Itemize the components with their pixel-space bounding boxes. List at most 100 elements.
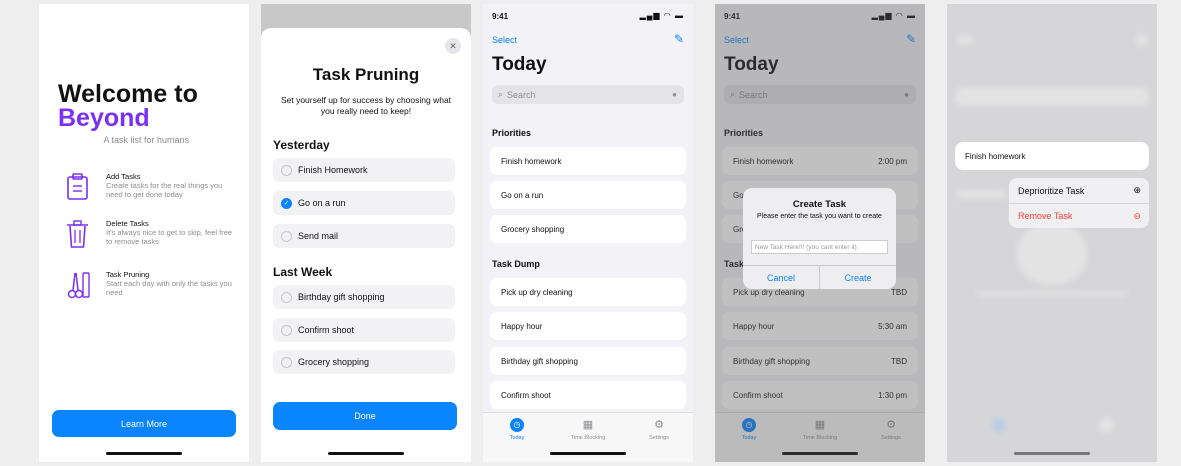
search-placeholder: Search (507, 89, 536, 100)
task-row[interactable]: Birthday gift shopping (490, 347, 686, 375)
page-subtitle: Set yourself up for success by choosing … (280, 95, 452, 116)
home-indicator (1014, 452, 1090, 455)
blurred-background (947, 4, 1157, 462)
select-button[interactable]: Select (492, 35, 517, 45)
context-menu: Deprioritize Task ⊕ Remove Task ⊖ (1009, 178, 1149, 228)
minus-circle-icon: ⊖ (1133, 210, 1141, 221)
section-header-priorities: Priorities (492, 128, 532, 138)
radio-unchecked-icon[interactable] (281, 230, 292, 242)
task-label: Confirm shoot (501, 390, 551, 400)
welcome-subtitle: A task list for humans (103, 135, 189, 145)
home-indicator (550, 452, 626, 455)
task-option[interactable]: Send mail (273, 224, 455, 248)
create-button[interactable]: Create (820, 266, 896, 289)
task-row[interactable]: Pick up dry cleaning (490, 278, 686, 306)
feature-delete-tasks-text: Delete Tasks It's always nice to get to … (106, 219, 239, 249)
feature-title: Add Tasks (106, 172, 141, 181)
home-indicator (106, 452, 182, 455)
task-row[interactable]: Confirm shoot (490, 381, 686, 409)
task-row[interactable]: Go on a run (490, 181, 686, 209)
task-option[interactable]: ✓ Go on a run (273, 191, 455, 215)
remove-task-menu-item[interactable]: Remove Task ⊖ (1009, 203, 1149, 228)
task-pruning-screen: ✕ Task Pruning Set yourself up for succe… (261, 4, 471, 462)
deprioritize-task-menu-item[interactable]: Deprioritize Task ⊕ (1009, 178, 1149, 203)
task-row[interactable]: Finish homework (490, 147, 686, 175)
menu-item-label: Remove Task (1018, 211, 1073, 221)
welcome-title: Welcome to Beyond (58, 82, 198, 132)
feature-add-tasks-text: Add Tasks Create tasks for the real thin… (106, 172, 239, 202)
radio-unchecked-icon[interactable] (281, 356, 292, 368)
menu-item-label: Deprioritize Task (1018, 185, 1085, 196)
task-row[interactable]: Finish homework (955, 142, 1149, 170)
compose-icon[interactable]: ✎ (674, 32, 684, 46)
feature-task-pruning-text: Task Pruning Start each day with only th… (106, 270, 239, 300)
pruning-icon (67, 272, 90, 299)
task-option-label: Finish Homework (298, 165, 368, 175)
home-indicator (328, 452, 404, 455)
feature-title: Delete Tasks (106, 219, 149, 228)
task-pruning-sheet: ✕ Task Pruning Set yourself up for succe… (261, 28, 471, 462)
feature-title: Task Pruning (106, 270, 150, 279)
alert-title: Create Task (792, 199, 847, 210)
alert-message: Please enter the task you want to create (757, 213, 882, 220)
section-header-task-dump: Task Dump (492, 259, 540, 269)
page-title: Today (492, 54, 547, 75)
task-label: Go on a run (501, 190, 544, 200)
cancel-button[interactable]: Cancel (743, 266, 820, 289)
search-input[interactable]: ⌕ Search ● (492, 85, 684, 104)
microphone-icon[interactable]: ● (672, 90, 677, 99)
done-button[interactable]: Done (273, 402, 457, 430)
task-option[interactable]: Confirm shoot (273, 318, 455, 342)
tab-label: Today (509, 435, 525, 441)
feature-task-pruning: Task Pruning Start each day with only th… (64, 270, 239, 300)
task-label: Grocery shopping (501, 224, 565, 234)
task-option[interactable]: Grocery shopping (273, 350, 455, 374)
task-label: Pick up dry cleaning (501, 287, 573, 297)
feature-desc: Create tasks for the real things you nee… (106, 181, 223, 199)
task-label: Birthday gift shopping (501, 356, 578, 366)
feature-delete-tasks: Delete Tasks It's always nice to get to … (64, 219, 239, 249)
arrow-down-circle-icon: ⊕ (1133, 185, 1141, 195)
task-option-label: Confirm shoot (298, 325, 355, 335)
tab-settings[interactable]: ⚙ Settings (629, 418, 689, 441)
radio-unchecked-icon[interactable] (281, 291, 292, 303)
new-task-input[interactable]: New Task Here!!! (you cant enter it) (751, 240, 888, 254)
tab-today[interactable]: ◷ Today (487, 418, 547, 441)
trash-icon (67, 220, 88, 248)
task-option-label: Send mail (298, 231, 339, 241)
gear-icon: ⚙ (654, 419, 664, 431)
checkmark-icon[interactable]: ✓ (281, 197, 292, 209)
search-icon: ⌕ (498, 89, 504, 99)
task-option-label: Go on a run (298, 198, 346, 208)
radio-unchecked-icon[interactable] (281, 324, 292, 336)
section-header-last-week: Last Week (273, 265, 333, 279)
create-task-screen: 9:41 ▂▄▆ ◠ ▬ Select ✎ Today ⌕ Search ● P… (715, 4, 925, 462)
radio-unchecked-icon[interactable] (281, 164, 292, 176)
welcome-title-app-name: Beyond (58, 104, 150, 132)
task-option[interactable]: Birthday gift shopping (273, 285, 455, 309)
task-label: Happy hour (501, 321, 543, 331)
context-menu-screen: Finish homework Deprioritize Task ⊕ Remo… (947, 4, 1157, 462)
welcome-screen: Welcome to Beyond A task list for humans… (39, 4, 249, 462)
create-task-alert: Create Task Please enter the task you wa… (743, 188, 896, 289)
task-label: Finish homework (501, 156, 562, 166)
alert-buttons: Cancel Create (743, 265, 896, 289)
close-icon[interactable]: ✕ (445, 38, 461, 54)
section-header-yesterday: Yesterday (273, 138, 330, 152)
tab-label: Time Blocking (570, 435, 606, 441)
task-option-label: Grocery shopping (298, 357, 370, 367)
tab-label: Settings (649, 435, 669, 441)
feature-desc: Start each day with only the tasks you n… (106, 279, 232, 297)
status-bar-time: 9:41 (492, 12, 509, 21)
task-row[interactable]: Grocery shopping (490, 215, 686, 243)
task-row[interactable]: Happy hour (490, 312, 686, 340)
task-option-label: Birthday gift shopping (298, 292, 385, 302)
clock-icon: ◷ (510, 418, 524, 432)
tab-time-blocking[interactable]: ▦ Time Blocking (558, 418, 618, 441)
feature-desc: It's always nice to get to skip, feel fr… (106, 228, 233, 246)
status-bar-icons: ▂▄▆ ◠ ▬ (639, 11, 684, 20)
feature-add-tasks: Add Tasks Create tasks for the real thin… (64, 172, 239, 202)
task-option[interactable]: Finish Homework (273, 158, 455, 182)
learn-more-button[interactable]: Learn More (52, 410, 236, 437)
today-screen: 9:41 ▂▄▆ ◠ ▬ Select ✎ Today ⌕ Search ● P… (483, 4, 693, 462)
